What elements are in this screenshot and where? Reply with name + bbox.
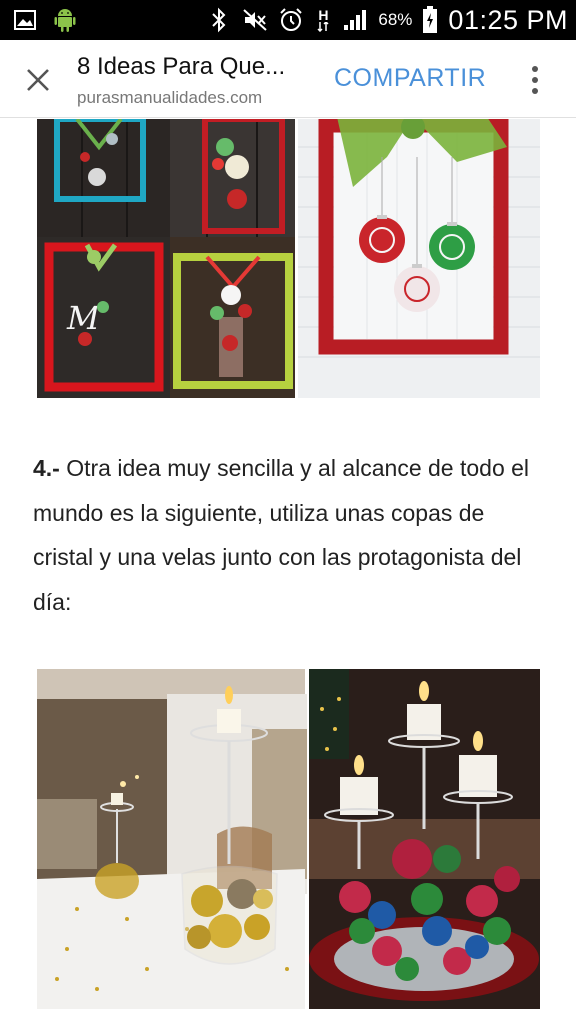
svg-text:M: M: [66, 299, 101, 337]
item-number: 4.-: [33, 455, 60, 481]
article-content[interactable]: M 4.- Otra idea muy sencilla y al alcanc…: [0, 119, 576, 1024]
share-button[interactable]: COMPARTIR: [334, 64, 486, 93]
paragraph-text: Otra idea muy sencilla y al alcance de t…: [33, 455, 530, 615]
more-options-button[interactable]: [520, 62, 550, 98]
clock: 01:25 PM: [448, 4, 568, 35]
custom-tab-toolbar: 8 Ideas Para Que... purasmanualidades.co…: [0, 40, 576, 118]
status-bar: H 68% 01:25 PM: [0, 0, 576, 40]
page-url: purasmanualidades.com: [77, 88, 263, 107]
page-title: 8 Ideas Para Que...: [77, 53, 286, 80]
bluetooth-icon: [206, 7, 232, 33]
data-h-icon: H: [314, 7, 332, 33]
close-icon: [27, 69, 49, 91]
close-button[interactable]: [18, 60, 58, 100]
more-vert-icon: [532, 66, 538, 72]
alarm-icon: [278, 7, 304, 33]
battery-percent: 68%: [378, 10, 413, 29]
signal-icon: [342, 7, 368, 33]
image-icon: [12, 7, 38, 33]
wine-glass-candles-photo: [37, 669, 540, 1009]
christmas-frames-photo: M: [37, 119, 540, 398]
article-paragraph: 4.- Otra idea muy sencilla y al alcance …: [33, 446, 543, 624]
android-icon: [52, 7, 78, 33]
mute-icon: [242, 7, 268, 33]
battery-icon: [422, 6, 438, 33]
